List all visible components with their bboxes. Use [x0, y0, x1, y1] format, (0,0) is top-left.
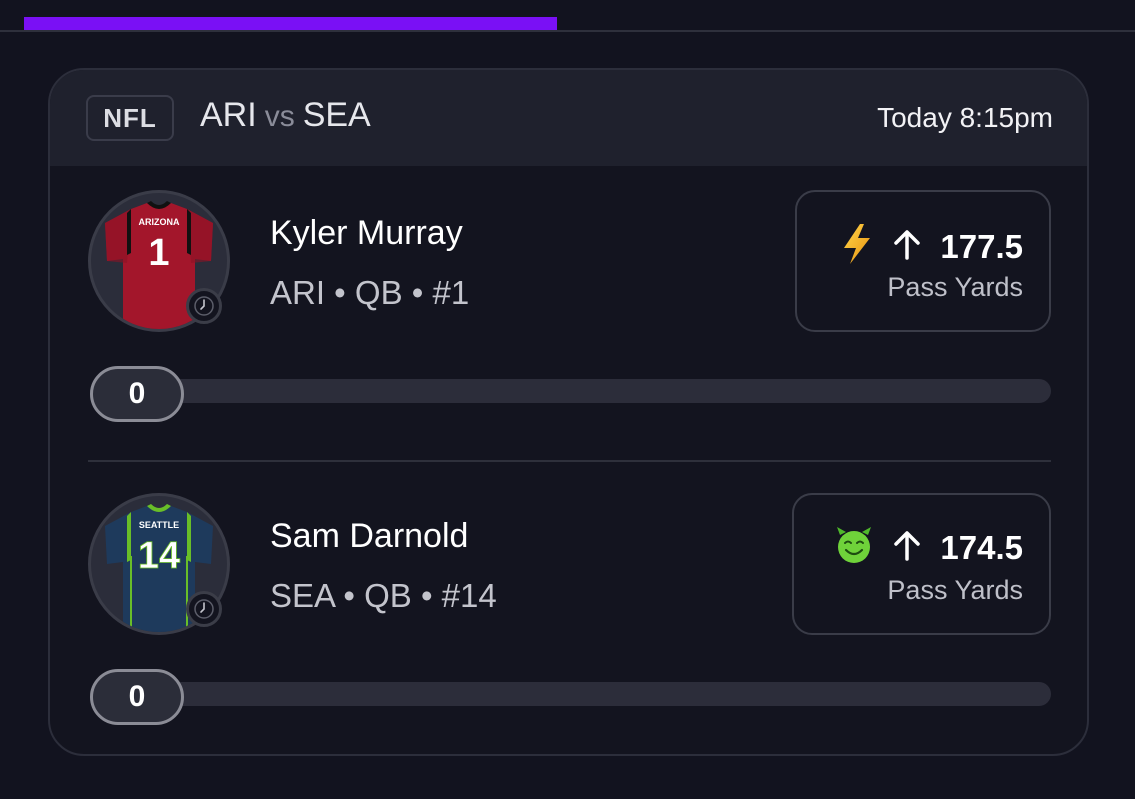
pick-stat: Pass Yards [887, 575, 1023, 605]
player-row[interactable]: SEATTLE 14 Sam Darnold SEA • QB • #14 17… [50, 372, 1087, 754]
lightning-bolt-icon [840, 222, 874, 271]
stat-progress: 0 [90, 669, 1051, 725]
player-meta: ARI • QB • #1 [270, 274, 470, 311]
smiling-devil-icon [834, 525, 874, 570]
pick-line-value: 174.5 [940, 528, 1023, 566]
player-name: Sam Darnold [270, 517, 469, 555]
player-meta: SEA • QB • #14 [270, 577, 497, 614]
stat-progress-value: 0 [90, 669, 184, 725]
pick-line-value: 177.5 [940, 227, 1023, 265]
pick-box[interactable]: 177.5 Pass Yards [795, 190, 1051, 332]
stat-progress-track [90, 682, 1051, 706]
top-progress-fill [24, 17, 557, 30]
pick-stat: Pass Yards [887, 272, 1023, 302]
jersey-text: ARIZONA [139, 217, 180, 227]
clock-icon [186, 591, 222, 627]
pick-line: 177.5 [840, 222, 1023, 271]
top-progress [0, 0, 1135, 34]
arrow-up-icon [892, 529, 922, 566]
player-name: Kyler Murray [270, 214, 463, 252]
top-progress-track [0, 30, 1135, 32]
jersey-number: 14 [138, 535, 180, 577]
pick-box[interactable]: 174.5 Pass Yards [792, 493, 1051, 635]
clock-icon [186, 288, 222, 324]
arrow-up-icon [892, 228, 922, 265]
jersey-number: 1 [148, 232, 169, 274]
game-card[interactable]: NFL ARI vs SEA Today 8:15pm ARIZONA 1 Ky… [48, 68, 1089, 756]
jersey-text: SEATTLE [139, 520, 179, 530]
pick-line: 174.5 [834, 525, 1023, 570]
